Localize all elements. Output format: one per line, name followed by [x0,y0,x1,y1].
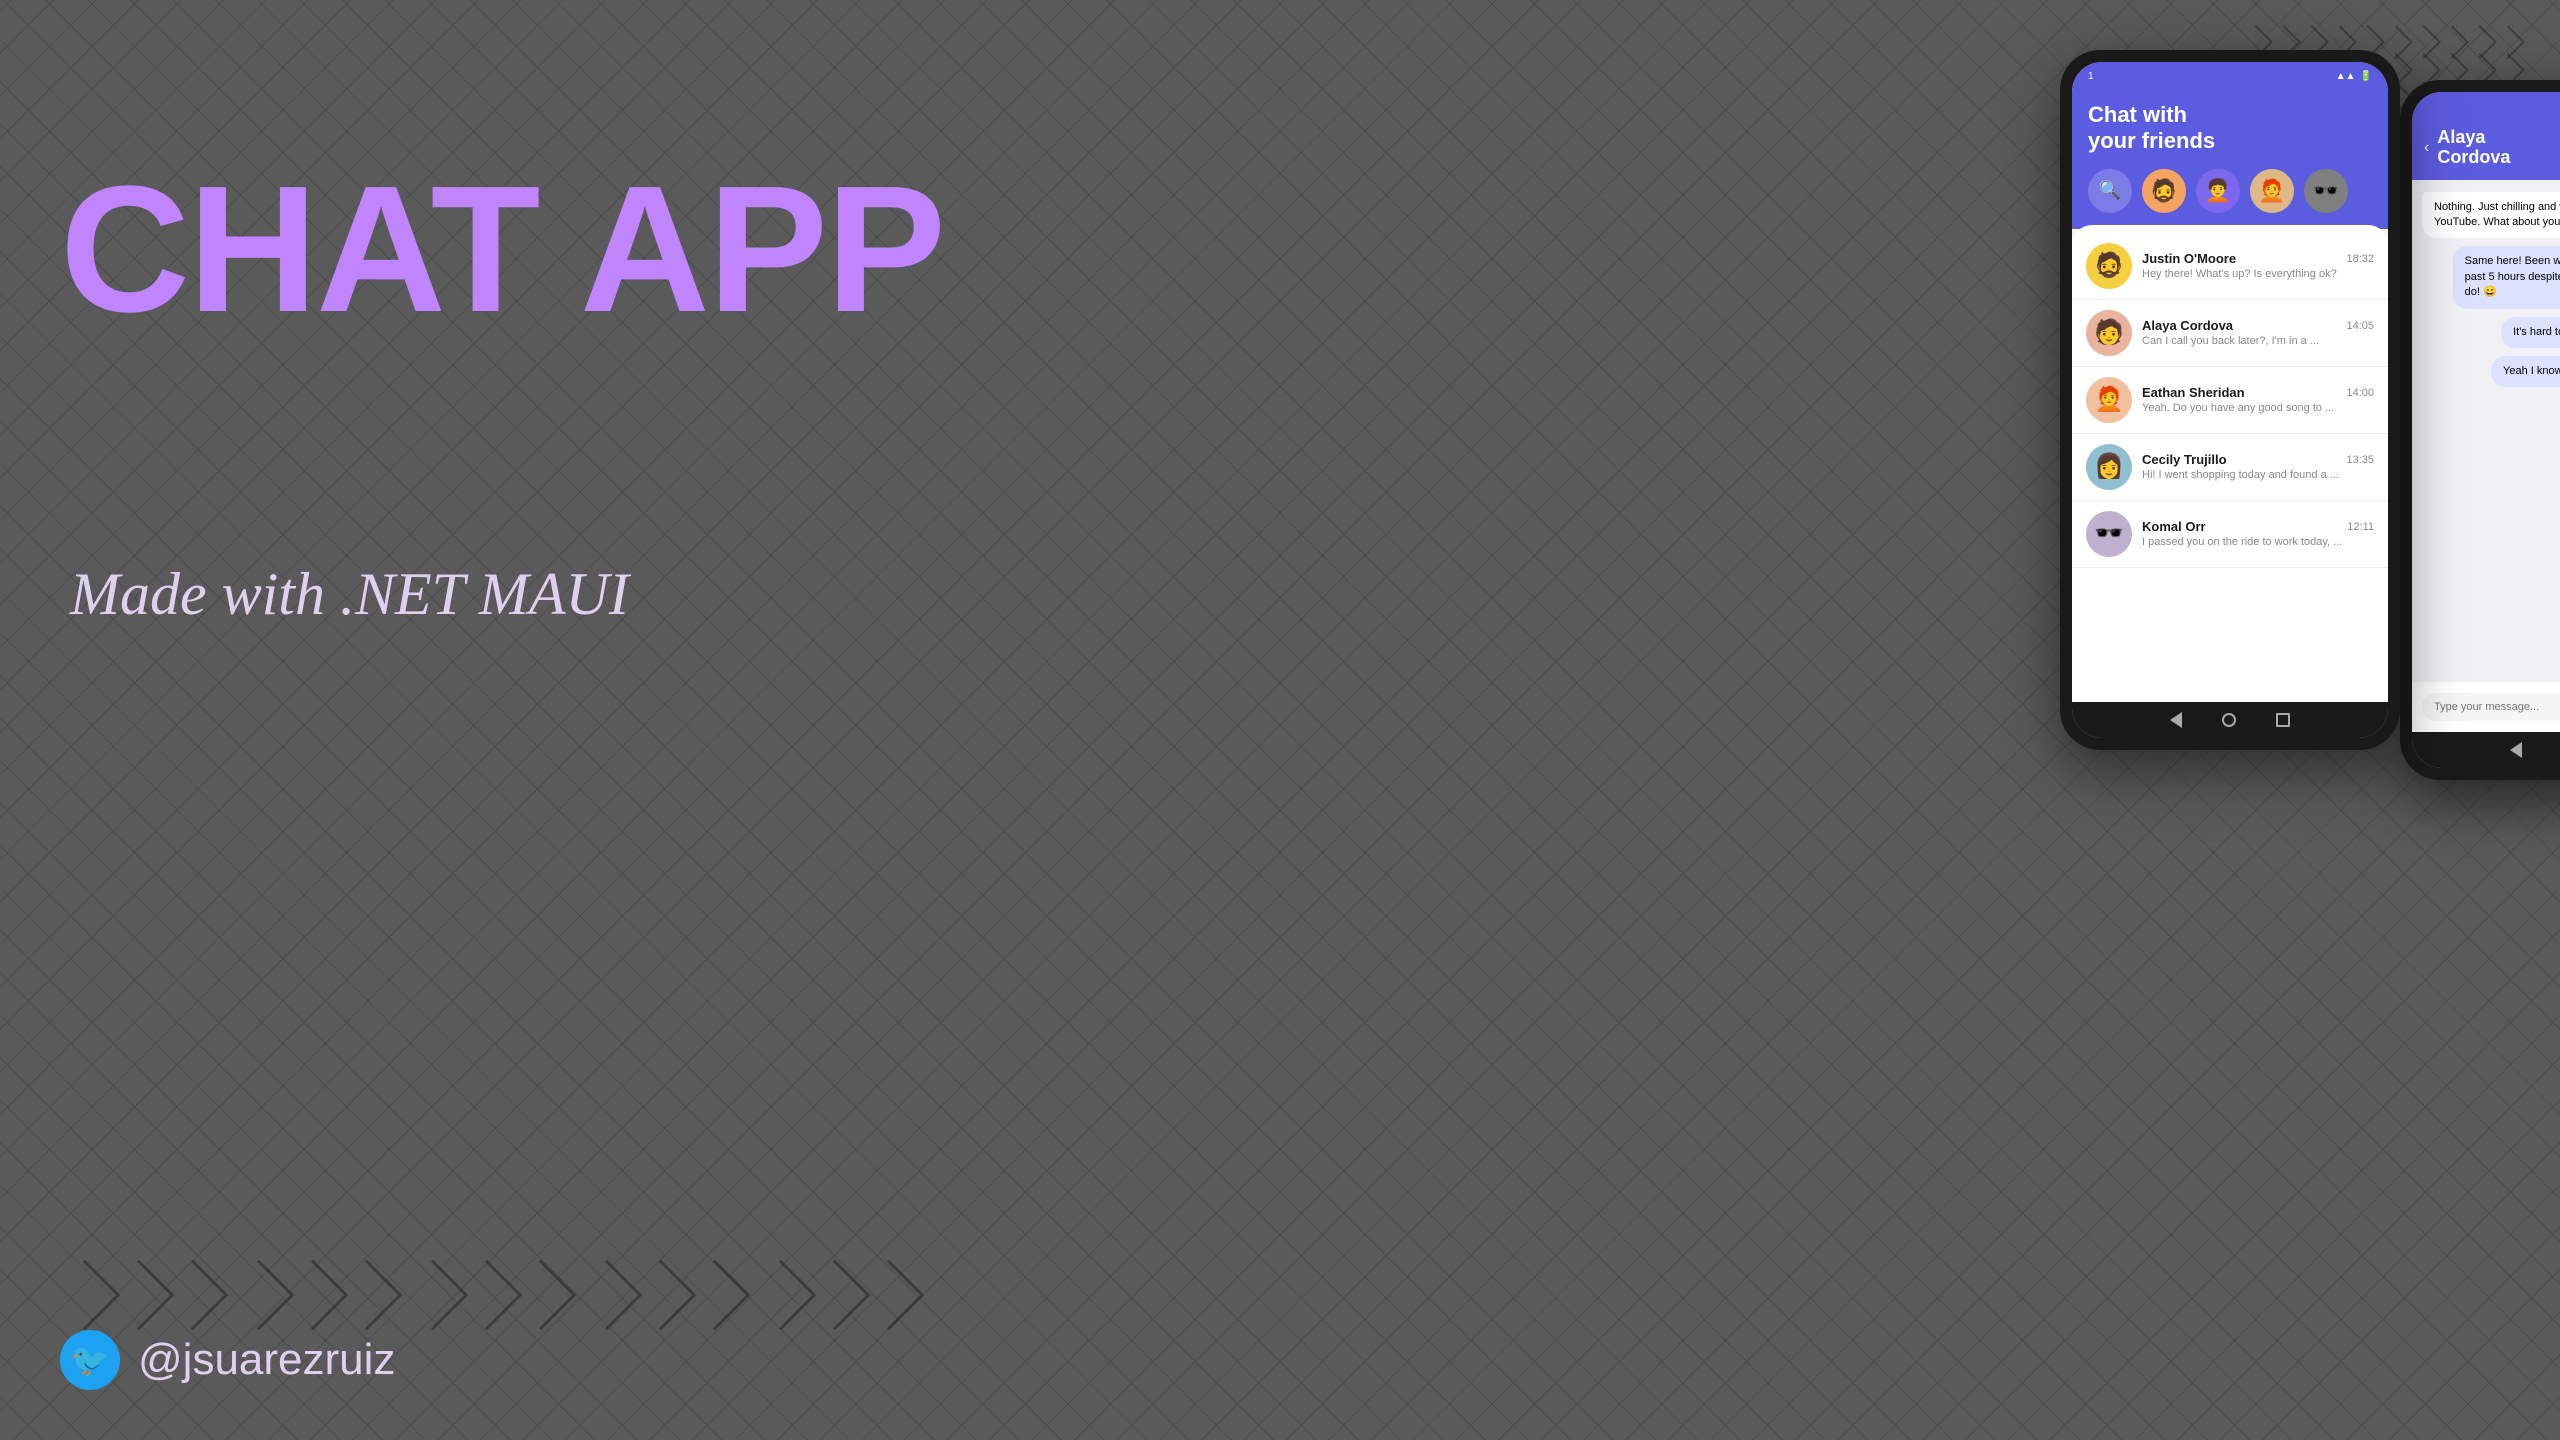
chat-time-cecily: 13:35 [2346,454,2374,466]
chat-info-alaya: Alaya Cordova 14:05 Can I call you back … [2142,318,2374,347]
message-input[interactable] [2422,693,2560,721]
phone-chat-list: 1 ▲▲ 🔋 Chat withyour friends 🔍 🧔 🧑‍🦱 🧑‍🦰… [2060,50,2400,750]
message-text: Nothing. Just chilling and watching YouT… [2434,201,2560,228]
chat-name-justin: Justin O'Moore [2142,251,2236,266]
chat-info-eathan: Eathan Sheridan 14:00 Yeah. Do you have … [2142,385,2374,414]
chat-time-komal: 12:11 [2347,521,2374,533]
chat-info-komal: Komal Orr 12:11 I passed you on the ride… [2142,519,2374,548]
home-nav-button[interactable] [2222,713,2236,727]
message-text: Same here! Been watching YouTube for the… [2465,255,2560,298]
chat-detail-header: ‹ Alaya Cordova 📞 📹 [2412,120,2560,180]
chat-name-komal: Komal Orr [2142,519,2206,534]
story-avatar-1[interactable]: 🧔 [2142,169,2186,213]
twitter-icon: 🐦 [60,1330,120,1390]
stories-row: 🔍 🧔 🧑‍🦱 🧑‍🦰 🕶️ [2088,169,2372,213]
message-bubble-received: Nothing. Just chilling and watching YouT… [2422,192,2560,239]
chat-header-alaya: Alaya Cordova 14:05 [2142,318,2374,333]
story-avatar-4[interactable]: 🕶️ [2304,169,2348,213]
back-nav-button[interactable] [2510,742,2522,758]
chat-avatar-justin: 🧔 [2086,243,2132,289]
chat-item-eathan[interactable]: 🧑‍🦰 Eathan Sheridan 14:00 Yeah. Do you h… [2072,367,2388,434]
chat-name-cecily: Cecily Trujillo [2142,452,2227,467]
twitter-handle-section: 🐦 @jsuarezruiz [60,1330,395,1390]
message-row: Nothing. Just chilling and watching YouT… [2422,192,2560,239]
chat-avatar-alaya: 🧑 [2086,310,2132,356]
chat-info-justin: Justin O'Moore 18:32 Hey there! What's u… [2142,251,2374,280]
chat-avatar-eathan: 🧑‍🦰 [2086,377,2132,423]
chat-preview-eathan: Yeah. Do you have any good song to ... [2142,402,2374,414]
contact-name: Alaya Cordova [2437,128,2560,168]
search-stories-button[interactable]: 🔍 [2088,169,2132,213]
phone1-app-header: Chat withyour friends 🔍 🧔 🧑‍🦱 🧑‍🦰 🕶️ [2072,90,2388,229]
phone1-time: 1 [2088,71,2094,82]
message-row: 18:39 Same here! Been watching YouTube f… [2422,246,2560,308]
chat-list: 🧔 Justin O'Moore 18:32 Hey there! What's… [2072,225,2388,702]
chat-header-komal: Komal Orr 12:11 [2142,519,2374,534]
battery-icon: 🔋 [2360,71,2372,82]
message-bubble-sent: Same here! Been watching YouTube for the… [2453,246,2560,308]
chat-preview-komal: I passed you on the ride to work today, … [2142,536,2374,548]
chat-name-eathan: Eathan Sheridan [2142,385,2245,400]
twitter-username: @jsuarezruiz [138,1335,395,1385]
phone1-status-bar: 1 ▲▲ 🔋 [2072,62,2388,90]
phone1-screen: 1 ▲▲ 🔋 Chat withyour friends 🔍 🧔 🧑‍🦱 🧑‍🦰… [2072,62,2388,738]
phone1-header-title: Chat withyour friends [2088,102,2372,155]
chat-info-cecily: Cecily Trujillo 13:35 Hi! I went shoppin… [2142,452,2374,481]
chat-item-cecily[interactable]: 👩 Cecily Trujillo 13:35 Hi! I went shopp… [2072,434,2388,501]
chat-preview-cecily: Hi! I went shopping today and found a ..… [2142,469,2374,481]
chat-header-cecily: Cecily Trujillo 13:35 [2142,452,2374,467]
messages-area: Nothing. Just chilling and watching YouT… [2412,180,2560,682]
chat-time-justin: 18:32 [2346,253,2374,265]
chat-avatar-komal: 🕶️ [2086,511,2132,557]
chat-time-eathan: 14:00 [2346,387,2374,399]
message-input-area: ➤ [2412,682,2560,732]
back-arrow-icon[interactable]: ‹ [2424,139,2429,157]
chat-item-alaya[interactable]: 🧑 Alaya Cordova 14:05 Can I call you bac… [2072,300,2388,367]
chat-time-alaya: 14:05 [2346,320,2374,332]
status-icons: ▲▲ 🔋 [2336,71,2372,82]
phone2-screen: 📍 Search ▲▲ 🔋 ‹ Alaya Cordova 📞 📹 [2412,92,2560,768]
message-row: Yeah I know. I'm in the same position 😄 [2422,356,2560,387]
phone-chat-detail: 📍 Search ▲▲ 🔋 ‹ Alaya Cordova 📞 📹 [2400,80,2560,780]
message-bubble-sent: It's hard to be productive, man 😅 [2501,317,2560,348]
phone2-nav-bar [2412,732,2560,768]
chat-preview-alaya: Can I call you back later?, I'm in a ... [2142,335,2374,347]
wifi-icon: ▲▲ [2336,71,2356,82]
phones-showcase: 📍 Search ▲▲ 🔋 ‹ Alaya Cordova 📞 📹 [2060,50,2400,750]
message-text: It's hard to be productive, man 😅 [2513,326,2560,338]
chat-item-komal[interactable]: 🕶️ Komal Orr 12:11 I passed you on the r… [2072,501,2388,568]
app-subtitle: Made with .NET MAUI [70,560,629,629]
story-avatar-2[interactable]: 🧑‍🦱 [2196,169,2240,213]
back-nav-button[interactable] [2170,712,2182,728]
phone2-status-bar: 📍 Search ▲▲ 🔋 [2412,92,2560,120]
chat-item-justin[interactable]: 🧔 Justin O'Moore 18:32 Hey there! What's… [2072,233,2388,300]
app-main-title: CHAT APP [60,160,944,340]
message-text: Yeah I know. I'm in the same position 😄 [2503,365,2560,377]
phone1-nav-bar [2072,702,2388,738]
chat-avatar-cecily: 👩 [2086,444,2132,490]
chat-name-alaya: Alaya Cordova [2142,318,2233,333]
chat-header-eathan: Eathan Sheridan 14:00 [2142,385,2374,400]
chat-header-justin: Justin O'Moore 18:32 [2142,251,2374,266]
message-row: 18:39 It's hard to be productive, man 😅 [2422,317,2560,348]
story-avatar-3[interactable]: 🧑‍🦰 [2250,169,2294,213]
recents-nav-button[interactable] [2276,713,2290,727]
chevrons-bottom-left-decoration [60,1270,914,1320]
message-bubble-sent: Yeah I know. I'm in the same position 😄 [2491,356,2560,387]
chat-preview-justin: Hey there! What's up? Is everything ok? [2142,268,2374,280]
